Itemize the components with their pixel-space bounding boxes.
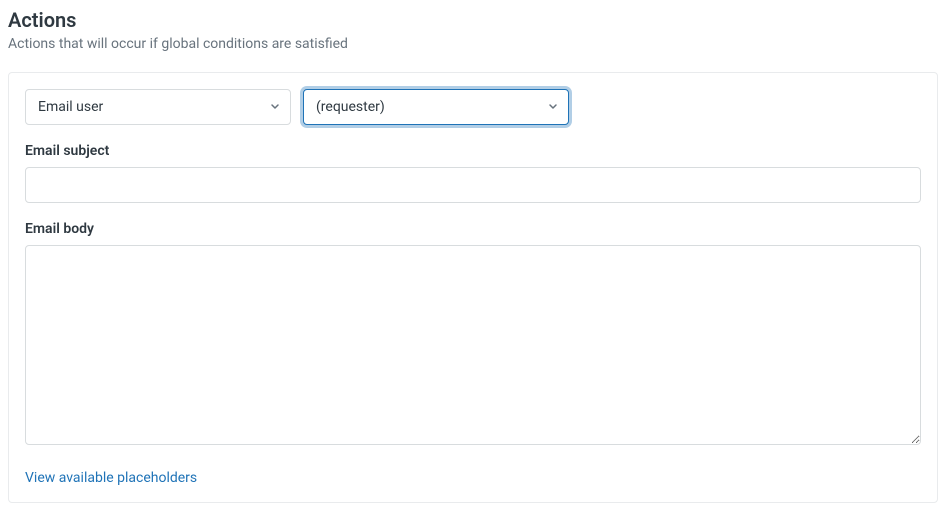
action-type-select[interactable]: Email user — [25, 89, 291, 125]
actions-section: Actions Actions that will occur if globa… — [8, 8, 938, 503]
email-body-group: Email body — [25, 221, 921, 449]
section-title: Actions — [8, 8, 938, 32]
action-type-select-value: Email user — [38, 99, 103, 115]
email-body-textarea[interactable] — [25, 245, 921, 445]
action-type-select-wrapper: Email user — [25, 89, 291, 125]
selects-row: Email user (requester) — [25, 89, 921, 125]
recipient-select-value: (requester) — [316, 99, 385, 115]
recipient-select-wrapper: (requester) — [303, 89, 569, 125]
actions-card: Email user (requester) — [8, 72, 938, 503]
recipient-select[interactable]: (requester) — [303, 89, 569, 125]
email-subject-label: Email subject — [25, 143, 921, 159]
email-body-label: Email body — [25, 221, 921, 237]
email-subject-input[interactable] — [25, 167, 921, 203]
section-subtitle: Actions that will occur if global condit… — [8, 36, 938, 52]
email-subject-group: Email subject — [25, 143, 921, 203]
view-placeholders-link[interactable]: View available placeholders — [25, 470, 197, 486]
